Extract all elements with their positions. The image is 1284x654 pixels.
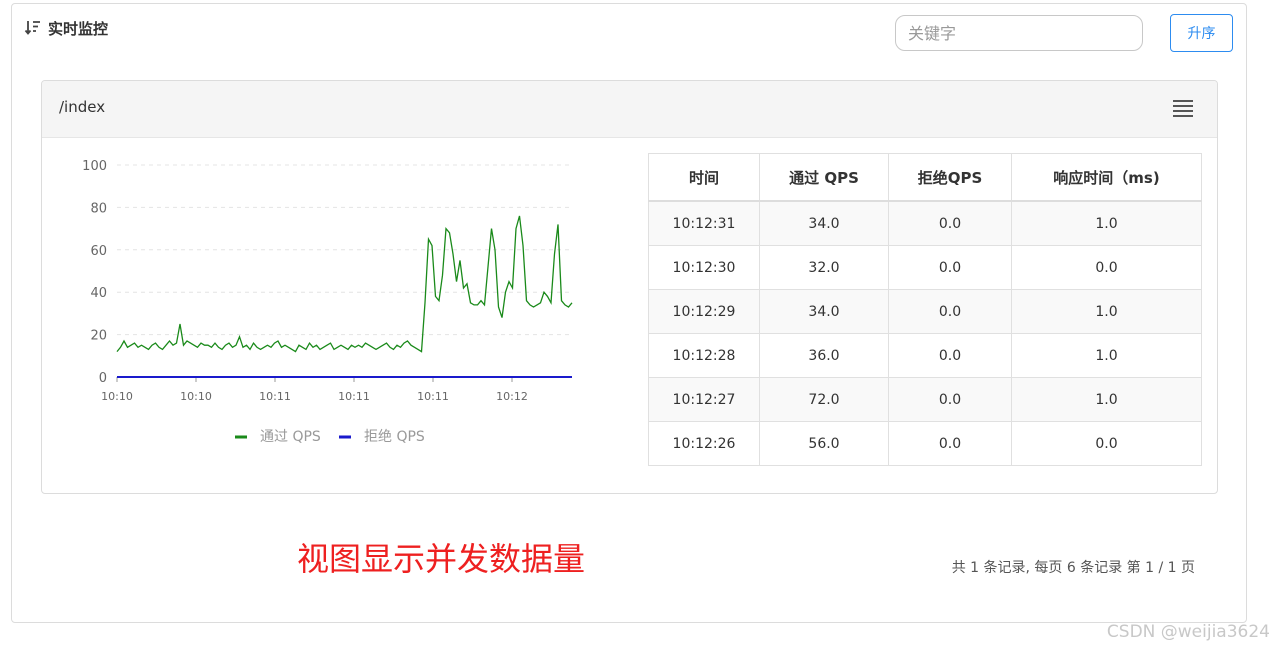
x-tick-label: 10:12 [496,390,528,403]
table-row: 10:12:27 72.0 0.0 1.0 [648,377,1202,422]
y-tick-label: 80 [90,201,107,216]
cell-pass-qps: 32.0 [759,245,889,290]
cell-block-qps: 0.0 [888,289,1012,334]
search-input[interactable] [895,15,1143,51]
y-tick-label: 20 [90,329,107,344]
metrics-table: 时间 通过 QPS 拒绝QPS 响应时间（ms) 10:12:31 34.0 0… [648,153,1202,466]
cell-block-qps: 0.0 [888,200,1012,246]
y-tick-label: 0 [99,371,107,386]
cell-pass-qps: 72.0 [759,377,889,422]
y-tick-label: 40 [90,286,107,301]
cell-pass-qps: 34.0 [759,200,889,246]
x-tick-label: 10:10 [101,390,133,403]
column-header-rt[interactable]: 响应时间（ms) [1011,153,1202,202]
legend-label: 通过 QPS [260,429,321,445]
table-row: 10:12:26 56.0 0.0 0.0 [648,421,1202,466]
legend-label: 拒绝 QPS [364,429,425,445]
cell-block-qps: 0.0 [888,377,1012,422]
column-header-block-qps[interactable]: 拒绝QPS [888,153,1012,202]
cell-time: 10:12:30 [648,245,760,290]
page-header: 实时监控 [24,17,108,39]
x-tick-label: 10:11 [338,390,370,403]
column-header-pass-qps[interactable]: 通过 QPS [759,153,889,202]
table-row: 10:12:29 34.0 0.0 1.0 [648,289,1202,334]
x-tick-label: 10:11 [259,390,291,403]
column-header-time[interactable]: 时间 [648,153,760,202]
page-title: 实时监控 [48,19,109,38]
x-tick-label: 10:10 [180,390,212,403]
cell-rt: 0.0 [1011,421,1202,466]
annotation-text: 视图显示并发数据量 [297,540,586,578]
series-line-pass-qps [116,215,573,353]
cell-time: 10:12:31 [648,200,760,246]
table-row: 10:12:30 32.0 0.0 0.0 [648,245,1202,290]
cell-rt: 1.0 [1011,333,1202,378]
cell-block-qps: 0.0 [888,245,1012,290]
table-row: 10:12:31 34.0 0.0 1.0 [648,200,1202,246]
cell-time: 10:12:28 [648,333,760,378]
cell-rt: 1.0 [1011,377,1202,422]
cell-block-qps: 0.0 [888,333,1012,378]
table-row: 10:12:28 36.0 0.0 1.0 [648,333,1202,378]
x-tick-label: 10:11 [417,390,449,403]
cell-pass-qps: 56.0 [759,421,889,466]
cell-pass-qps: 34.0 [759,289,889,334]
cell-rt: 1.0 [1011,289,1202,334]
sort-desc-icon [24,21,40,35]
cell-rt: 0.0 [1011,245,1202,290]
card-header: /index [42,81,1217,138]
cell-pass-qps: 36.0 [759,333,889,378]
resource-name: /index [59,98,106,116]
cell-time: 10:12:26 [648,421,760,466]
sort-asc-button[interactable]: 升序 [1170,14,1233,52]
list-menu-icon[interactable] [1173,100,1193,118]
pagination-info: 共 1 条记录, 每页 6 条记录 第 1 / 1 页 [951,560,1195,576]
cell-time: 10:12:27 [648,377,760,422]
cell-rt: 1.0 [1011,200,1202,246]
table-header-row: 时间 通过 QPS 拒绝QPS 响应时间（ms) [648,153,1202,202]
qps-line-chart: 100 80 60 40 20 0 10:10 10:10 10:11 10:11 10:11 10:… [82,159,573,445]
watermark: CSDN @weijia3624 [1106,622,1270,642]
y-tick-label: 100 [82,159,107,174]
cell-block-qps: 0.0 [888,421,1012,466]
y-tick-label: 60 [90,244,107,259]
cell-time: 10:12:29 [648,289,760,334]
